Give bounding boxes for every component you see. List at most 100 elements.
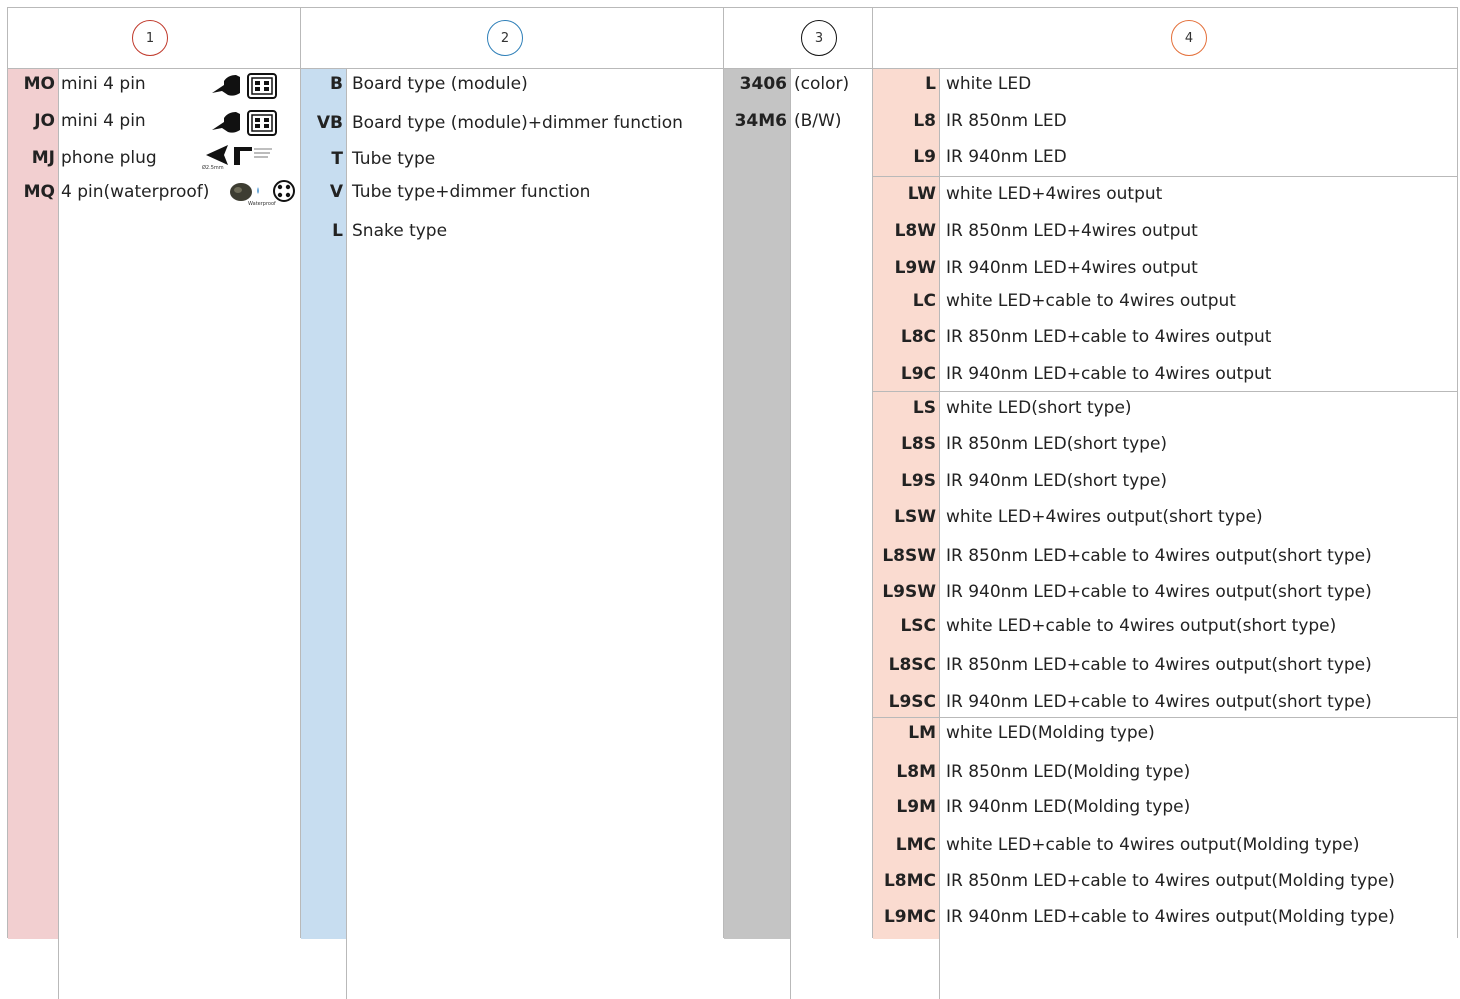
led-desc: white LED+cable to 4wires output(short t… xyxy=(946,616,1337,636)
sensor-desc: (color) xyxy=(794,74,850,94)
led-code: LSW xyxy=(894,507,936,527)
led-desc: white LED(Molding type) xyxy=(946,723,1155,743)
led-code: LSC xyxy=(900,616,936,636)
led-desc: IR 850nm LED+cable to 4wires output(Mold… xyxy=(946,871,1395,891)
led-row: LSC white LED+cable to 4wires output(shor… xyxy=(873,611,1336,641)
led-desc: IR 850nm LED+cable to 4wires output(shor… xyxy=(946,546,1372,566)
led-row: L8SW IR 850nm LED+cable to 4wires output(… xyxy=(873,541,1372,571)
led-row: L8C IR 850nm LED+cable to 4wires output xyxy=(873,322,1272,352)
led-row: L9C IR 940nm LED+cable to 4wires output xyxy=(873,359,1272,389)
led-row: LSW white LED+4wires output(short type) xyxy=(873,502,1263,532)
type-row: T Tube type xyxy=(301,144,435,174)
led-code: L xyxy=(925,74,936,94)
subcol-divider xyxy=(790,69,791,999)
sensor-desc: (B/W) xyxy=(794,111,842,131)
led-row: LS white LED(short type) xyxy=(873,393,1132,423)
type-code: B xyxy=(330,74,343,94)
connector-row: MJ phone plug xyxy=(8,143,157,173)
led-code: L8SW xyxy=(882,546,936,566)
led-code: L8M xyxy=(896,762,936,782)
led-code: L8MC xyxy=(883,871,936,891)
led-desc: IR 940nm LED(short type) xyxy=(946,471,1168,491)
led-row: LC white LED+cable to 4wires output xyxy=(873,286,1236,316)
led-desc: IR 850nm LED(short type) xyxy=(946,434,1168,454)
type-code: L xyxy=(332,221,343,241)
led-row: L8W IR 850nm LED+4wires output xyxy=(873,216,1198,246)
type-row: L Snake type xyxy=(301,216,447,246)
col-divider xyxy=(723,8,724,938)
led-desc: IR 940nm LED+4wires output xyxy=(946,258,1198,278)
led-desc: IR 850nm LED xyxy=(946,111,1067,131)
header-number-1: 1 xyxy=(132,20,168,56)
led-desc: white LED(short type) xyxy=(946,398,1132,418)
waterproof-connector-icon: Waterproof xyxy=(228,179,298,209)
type-desc: Tube type+dimmer function xyxy=(352,182,591,202)
connector-code: MQ xyxy=(23,182,55,202)
led-row: LW white LED+4wires output xyxy=(873,179,1163,209)
sensor-code: 34M6 xyxy=(734,111,787,131)
led-desc: IR 940nm LED+cable to 4wires output(Mold… xyxy=(946,907,1395,927)
led-code: L9MC xyxy=(883,907,936,927)
led-code: LMC xyxy=(895,835,936,855)
led-desc: IR 850nm LED+cable to 4wires output xyxy=(946,327,1272,347)
led-row: L8 IR 850nm LED xyxy=(873,106,1067,136)
connector-row: JO mini 4 pin xyxy=(8,106,146,136)
led-code: L9S xyxy=(901,471,936,491)
group-divider xyxy=(873,176,1457,177)
led-code: LM xyxy=(908,723,936,743)
connector-code: MJ xyxy=(31,148,55,168)
led-row: LM white LED(Molding type) xyxy=(873,718,1155,748)
mini-plug-with-socket-icon xyxy=(212,110,277,136)
waterproof-caption: Waterproof xyxy=(248,201,276,207)
connector-desc: mini 4 pin xyxy=(61,111,146,131)
led-desc: white LED+cable to 4wires output(Molding… xyxy=(946,835,1360,855)
connector-desc: mini 4 pin xyxy=(61,74,146,94)
type-row: B Board type (module) xyxy=(301,69,528,99)
led-desc: white LED+4wires output xyxy=(946,184,1163,204)
type-desc: Board type (module)+dimmer function xyxy=(352,113,683,133)
led-code: L9 xyxy=(913,147,936,167)
led-row: Lwhite LED xyxy=(873,69,1031,99)
type-desc: Board type (module) xyxy=(352,74,528,94)
type-code: T xyxy=(331,149,343,169)
led-desc: white LED xyxy=(946,74,1032,94)
type-code: VB xyxy=(316,113,343,133)
led-code: L9SW xyxy=(882,582,936,602)
led-row: L9S IR 940nm LED(short type) xyxy=(873,466,1167,496)
led-row: L9MC IR 940nm LED+cable to 4wires output(… xyxy=(873,902,1395,932)
mini-plug-with-socket-icon xyxy=(212,73,277,99)
led-desc: white LED+cable to 4wires output xyxy=(946,291,1236,311)
type-row: V Tube type+dimmer function xyxy=(301,177,591,207)
led-code: LW xyxy=(907,184,936,204)
led-desc: IR 940nm LED+cable to 4wires output xyxy=(946,364,1272,384)
led-desc: IR 850nm LED(Molding type) xyxy=(946,762,1191,782)
subcol-divider xyxy=(58,69,59,999)
led-desc: IR 940nm LED+cable to 4wires output(shor… xyxy=(946,692,1372,712)
led-row: L9M IR 940nm LED(Molding type) xyxy=(873,792,1190,822)
header-number-3: 3 xyxy=(801,20,837,56)
led-row: L8MC IR 850nm LED+cable to 4wires output(… xyxy=(873,866,1395,896)
led-code: L9C xyxy=(900,364,936,384)
led-code: L8SC xyxy=(888,655,936,675)
led-row: L8M IR 850nm LED(Molding type) xyxy=(873,757,1190,787)
sensor-row: 3406 (color) xyxy=(724,69,849,99)
sensor-row: 34M6 (B/W) xyxy=(724,106,842,136)
led-desc: IR 940nm LED+cable to 4wires output(shor… xyxy=(946,582,1372,602)
led-row: L8SC IR 850nm LED+cable to 4wires output(… xyxy=(873,650,1372,680)
type-desc: Tube type xyxy=(352,149,436,169)
connector-desc: 4 pin(waterproof) xyxy=(61,182,210,202)
led-row: L9SC IR 940nm LED+cable to 4wires output(… xyxy=(873,687,1372,717)
header-number-4: 4 xyxy=(1171,20,1207,56)
subcol-divider xyxy=(346,69,347,999)
header-number-2: 2 xyxy=(487,20,523,56)
type-code: V xyxy=(329,182,343,202)
led-code: L8 xyxy=(913,111,936,131)
connector-row: MQ 4 pin(waterproof) xyxy=(8,177,210,207)
led-code: L9W xyxy=(894,258,936,278)
led-desc: IR 940nm LED xyxy=(946,147,1067,167)
connector-row: MO mini 4 pin xyxy=(8,69,146,99)
led-code: L9SC xyxy=(888,692,936,712)
sensor-code: 3406 xyxy=(739,74,787,94)
phone-plug-caption: Ø2.5mm xyxy=(202,165,224,171)
led-code: L8S xyxy=(901,434,936,454)
